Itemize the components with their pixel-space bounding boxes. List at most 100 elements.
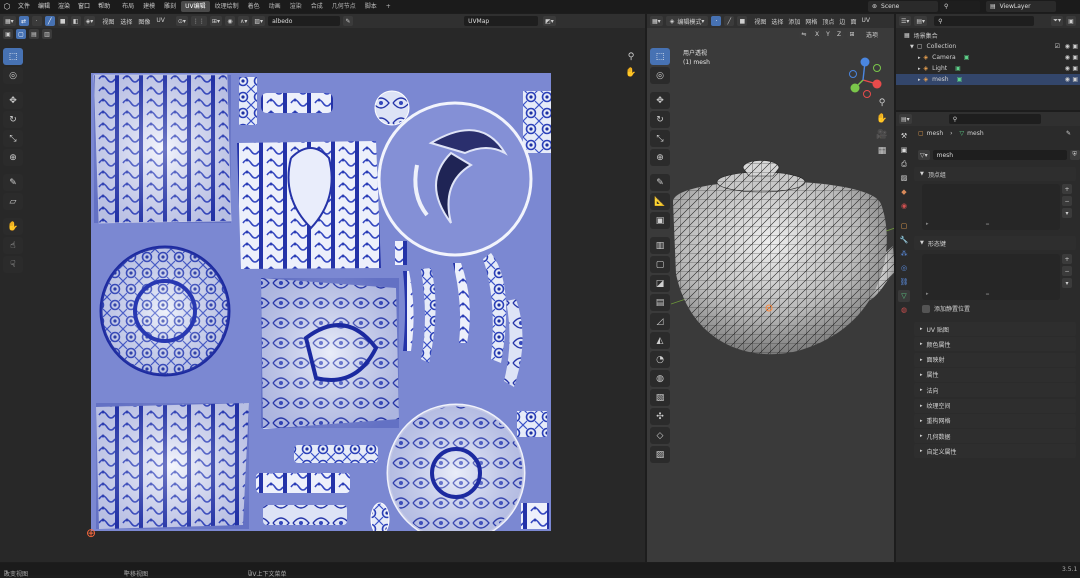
workspace-tab[interactable]: 布局 [118, 1, 138, 12]
collapsed-panel-header[interactable]: ▸ 面映射 [914, 352, 1076, 367]
scale-tool-icon[interactable]: ⤡ [650, 130, 670, 147]
image-name-field[interactable]: albedo [268, 16, 341, 26]
mesh-data-browse-icon[interactable]: ▽▾ [918, 150, 930, 160]
collapsed-panel-header[interactable]: ▸ 重构网格 [914, 413, 1076, 428]
properties-area[interactable]: ▤▾ ⚲ ⚒ ▣ ⎙ ▨ ◆ ◉ ▢ 🔧 ⁂ ◎ ⛓ ▽ ◍ ▢ mesh › … [896, 112, 1080, 562]
scene-tab-icon[interactable]: ◆ [898, 186, 910, 198]
pinch-tool-icon[interactable]: ☟ [3, 256, 23, 273]
rotate-tool-icon[interactable]: ↻ [3, 111, 23, 128]
uv-cursor-icon[interactable]: ⊕ [84, 526, 98, 540]
properties-type-icon[interactable]: ▤▾ [899, 114, 912, 124]
camera-view-icon[interactable]: 🎥 [875, 128, 889, 142]
rest-position-checkbox[interactable] [922, 304, 930, 313]
properties-search[interactable]: ⚲ [948, 114, 1041, 124]
expand-arrow-icon[interactable]: ▼ [910, 44, 914, 50]
uv-texture-canvas[interactable] [91, 73, 551, 531]
select-subtract-icon[interactable]: ▥ [42, 29, 52, 39]
display-mode-icon[interactable]: ▤▾ [914, 16, 928, 26]
viewport-menu-item[interactable]: 添加 [788, 17, 800, 26]
loop-cut-tool-icon[interactable]: ▤ [650, 294, 670, 311]
object-tab-icon[interactable]: ▢ [898, 220, 910, 232]
tool-mode-icon[interactable]: ▣ [3, 29, 13, 39]
physics-tab-icon[interactable]: ◎ [898, 262, 910, 274]
viewport-menu-item[interactable]: 网格 [805, 17, 817, 26]
workspace-tab[interactable]: 合成 [307, 1, 327, 12]
outliner-scene-collection[interactable]: ▦ 场景集合 [896, 30, 1080, 41]
visibility-eye-icon[interactable]: ◉ [1065, 65, 1070, 72]
cursor-tool-icon[interactable]: ◎ [3, 67, 23, 84]
pan-hand-icon[interactable]: ✋ [624, 66, 638, 80]
gizmo-neg-y[interactable] [873, 64, 881, 72]
render-camera-icon[interactable]: ▣ [1072, 76, 1078, 83]
shape-keys-panel-header[interactable]: ▼ 形态键 [914, 236, 1076, 250]
select-extend-icon[interactable]: ▤ [29, 29, 39, 39]
viewport-menu-item[interactable]: UV [861, 17, 870, 26]
gizmo-neg-z[interactable] [849, 70, 857, 78]
edge-select-icon[interactable]: ╱ [44, 16, 55, 26]
collapsed-panel-header[interactable]: ▸ 属性 [914, 367, 1076, 382]
poly-build-tool-icon[interactable]: ◭ [650, 332, 670, 349]
navigation-gizmo[interactable] [843, 54, 891, 102]
zoom-viewport-icon[interactable]: ⚲ [875, 96, 889, 110]
uv-header-menu-item[interactable]: 视图 [102, 17, 114, 26]
relax-tool-icon[interactable]: ☝ [3, 237, 23, 254]
viewport-menu-item[interactable]: 视图 [754, 17, 766, 26]
collapsed-panel-header[interactable]: ▸ UV 贴图 [914, 322, 1076, 336]
inset-tool-icon[interactable]: ▢ [650, 256, 670, 273]
sync-selection-icon[interactable]: ⇄ [18, 16, 29, 26]
mirror-axis-toggle[interactable]: Y [823, 29, 833, 40]
teapot-mesh[interactable] [671, 154, 894, 374]
collapsed-panel-header[interactable]: ▸ 纹理空间 [914, 398, 1076, 413]
uv-editor-area[interactable]: ▦▾ ⇄ · ╱ ■ ◧ ◈▾ 视图 选择 图像 UV ⊙▾ ⋮⋮ ⊞▾ ◉ ∧▾ ▨… [0, 14, 645, 562]
viewport-menu-item[interactable]: 边 [839, 17, 845, 26]
vertex-select-icon[interactable]: · [31, 16, 42, 26]
edit-mode-selector[interactable]: ◈ 编辑模式 ▾ [665, 16, 709, 26]
rotate-tool-icon[interactable]: ↻ [650, 111, 670, 128]
snap-viewport-icon[interactable]: ⊞ [847, 29, 857, 40]
add-rest-position-row[interactable]: 添加静置位置 [922, 304, 970, 313]
overlay-icon[interactable]: ◩▾ [543, 16, 556, 26]
face-select-icon[interactable]: ■ [57, 16, 68, 26]
gizmo-y-ball[interactable] [850, 83, 860, 93]
move-tool-icon[interactable]: ✥ [650, 92, 670, 109]
add-vertex-group-icon[interactable]: + [1062, 184, 1072, 194]
uv-header-menu-item[interactable]: 选择 [120, 17, 132, 26]
pan-viewport-icon[interactable]: ✋ [875, 112, 889, 126]
gizmo-x-ball[interactable] [872, 79, 882, 89]
options-menu[interactable]: 选项 [866, 30, 878, 39]
scene-search[interactable]: ⚲ [940, 1, 980, 12]
pin-icon[interactable]: ✎ [343, 16, 354, 26]
add-shape-key-icon[interactable]: + [1062, 254, 1072, 264]
workspace-tab[interactable]: 着色 [244, 1, 264, 12]
object-data-icon[interactable]: ▣ [957, 76, 963, 83]
uv-map-field[interactable]: UVMap [464, 16, 539, 26]
vertex-group-menu-icon[interactable]: ▾ [1062, 208, 1072, 218]
view-layer-tab-icon[interactable]: ▨ [898, 172, 910, 184]
vertex-groups-list[interactable]: ▸ ═ [922, 184, 1060, 230]
outliner-search[interactable]: ⚲ [934, 16, 1035, 26]
bevel-tool-icon[interactable]: ◪ [650, 275, 670, 292]
move-tool-icon[interactable]: ✥ [3, 92, 23, 109]
viewport-editor-type-icon[interactable]: ▦▾ [650, 16, 663, 26]
annotate-tool-icon[interactable]: ✎ [3, 174, 23, 191]
blender-logo-icon[interactable]: ⬡ [0, 0, 14, 13]
list-grip-icon[interactable]: ═ [986, 292, 989, 298]
gizmo-neg-x[interactable] [863, 90, 871, 98]
list-resize-icon[interactable]: ▸ [926, 221, 929, 227]
snap-target-icon[interactable]: ⊞▾ [209, 16, 222, 26]
face-mode-icon[interactable]: ■ [737, 16, 748, 26]
collapsed-panel-header[interactable]: ▸ 几何数据 [914, 429, 1076, 444]
render-camera-icon[interactable]: ▣ [1072, 43, 1078, 50]
workspace-tab[interactable]: 几何节点 [328, 1, 360, 12]
sticky-select-icon[interactable]: ◈▾ [83, 16, 96, 26]
workspace-tab[interactable]: 雕刻 [160, 1, 180, 12]
gizmo-z-ball[interactable] [860, 57, 870, 67]
viewport-menu-item[interactable]: 面 [850, 17, 856, 26]
new-collection-icon[interactable]: ▣ [1066, 16, 1076, 26]
grab-tool-icon[interactable]: ✋ [3, 218, 23, 235]
data-tab-icon[interactable]: ▽ [898, 290, 910, 302]
world-tab-icon[interactable]: ◉ [898, 200, 910, 212]
expand-arrow-icon[interactable]: ▸ [918, 77, 921, 83]
remove-shape-key-icon[interactable]: − [1062, 266, 1072, 276]
expand-arrow-icon[interactable]: ▸ [918, 66, 921, 72]
